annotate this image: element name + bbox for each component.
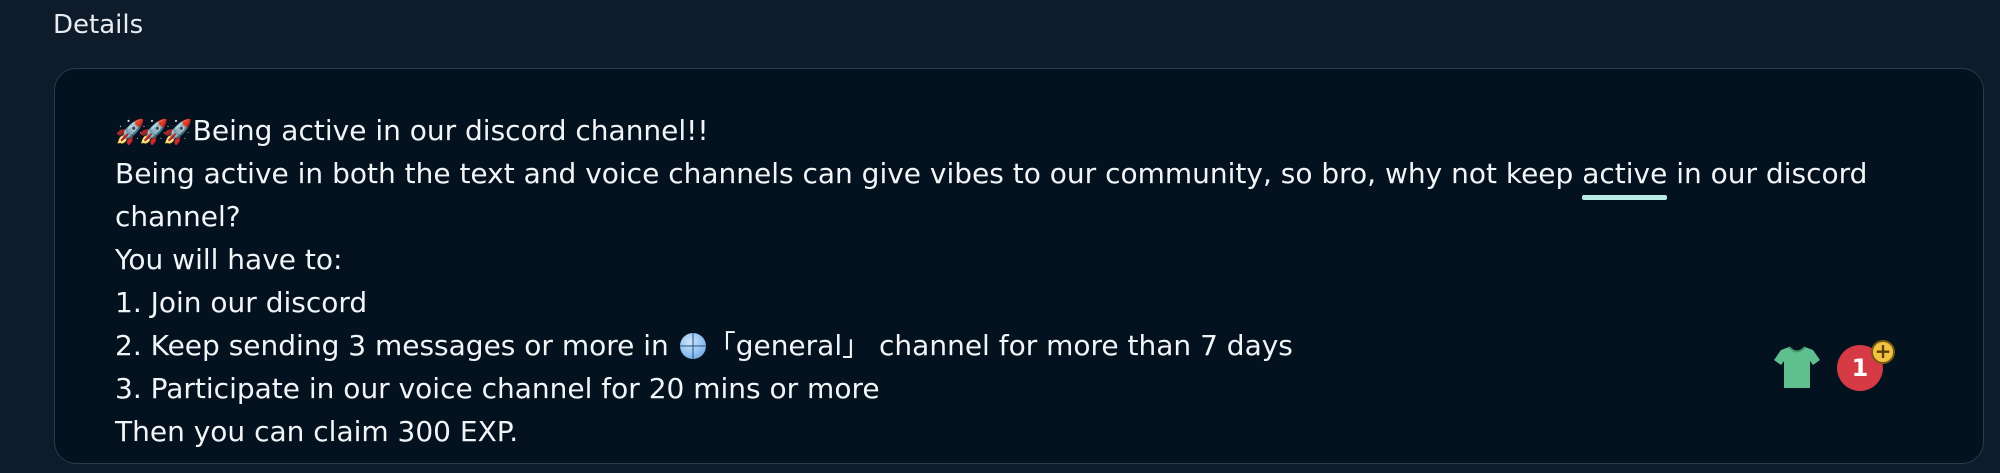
highlighted-word[interactable]: active <box>1582 152 1668 200</box>
details-line-4: You will have to: <box>115 243 343 276</box>
details-text: channel for more than 7 days <box>870 329 1293 362</box>
details-line-6: 2. Keep sending 3 messages or more in 「g… <box>115 324 1875 367</box>
t-shirt-icon[interactable] <box>1773 344 1821 390</box>
details-box: 🚀🚀🚀 Being active in our discord channel!!… <box>54 68 1984 464</box>
channel-name: 「general」 <box>707 329 871 362</box>
details-line-1: 🚀🚀🚀 Being active in our discord channel!! <box>115 109 1875 152</box>
rocket-icon: 🚀 <box>162 118 193 146</box>
floating-widgets: 1 + <box>1773 340 1905 394</box>
rocket-icons: 🚀🚀🚀 <box>115 114 193 147</box>
rocket-icon: 🚀 <box>138 118 169 146</box>
details-text: 2. Keep sending 3 messages or more in <box>115 329 678 362</box>
details-content: 🚀🚀🚀 Being active in our discord channel!!… <box>115 109 1875 453</box>
details-line-5: 1. Join our discord <box>115 286 368 319</box>
details-text: Being active in both the text and voice … <box>115 157 1583 190</box>
section-title: Details <box>53 10 144 40</box>
details-line-7: 3. Participate in our voice channel for … <box>115 372 880 405</box>
details-line-2: Being active in both the text and voice … <box>115 152 1875 200</box>
globe-icon <box>679 333 706 359</box>
plus-icon[interactable]: + <box>1871 340 1895 364</box>
details-text: in our discord <box>1667 157 1868 190</box>
details-line-3: channel? <box>115 200 241 233</box>
rocket-icon: 🚀 <box>115 118 145 146</box>
details-heading: Being active in our discord channel!! <box>192 114 709 147</box>
details-line-8: Then you can claim 300 EXP. <box>115 415 519 448</box>
